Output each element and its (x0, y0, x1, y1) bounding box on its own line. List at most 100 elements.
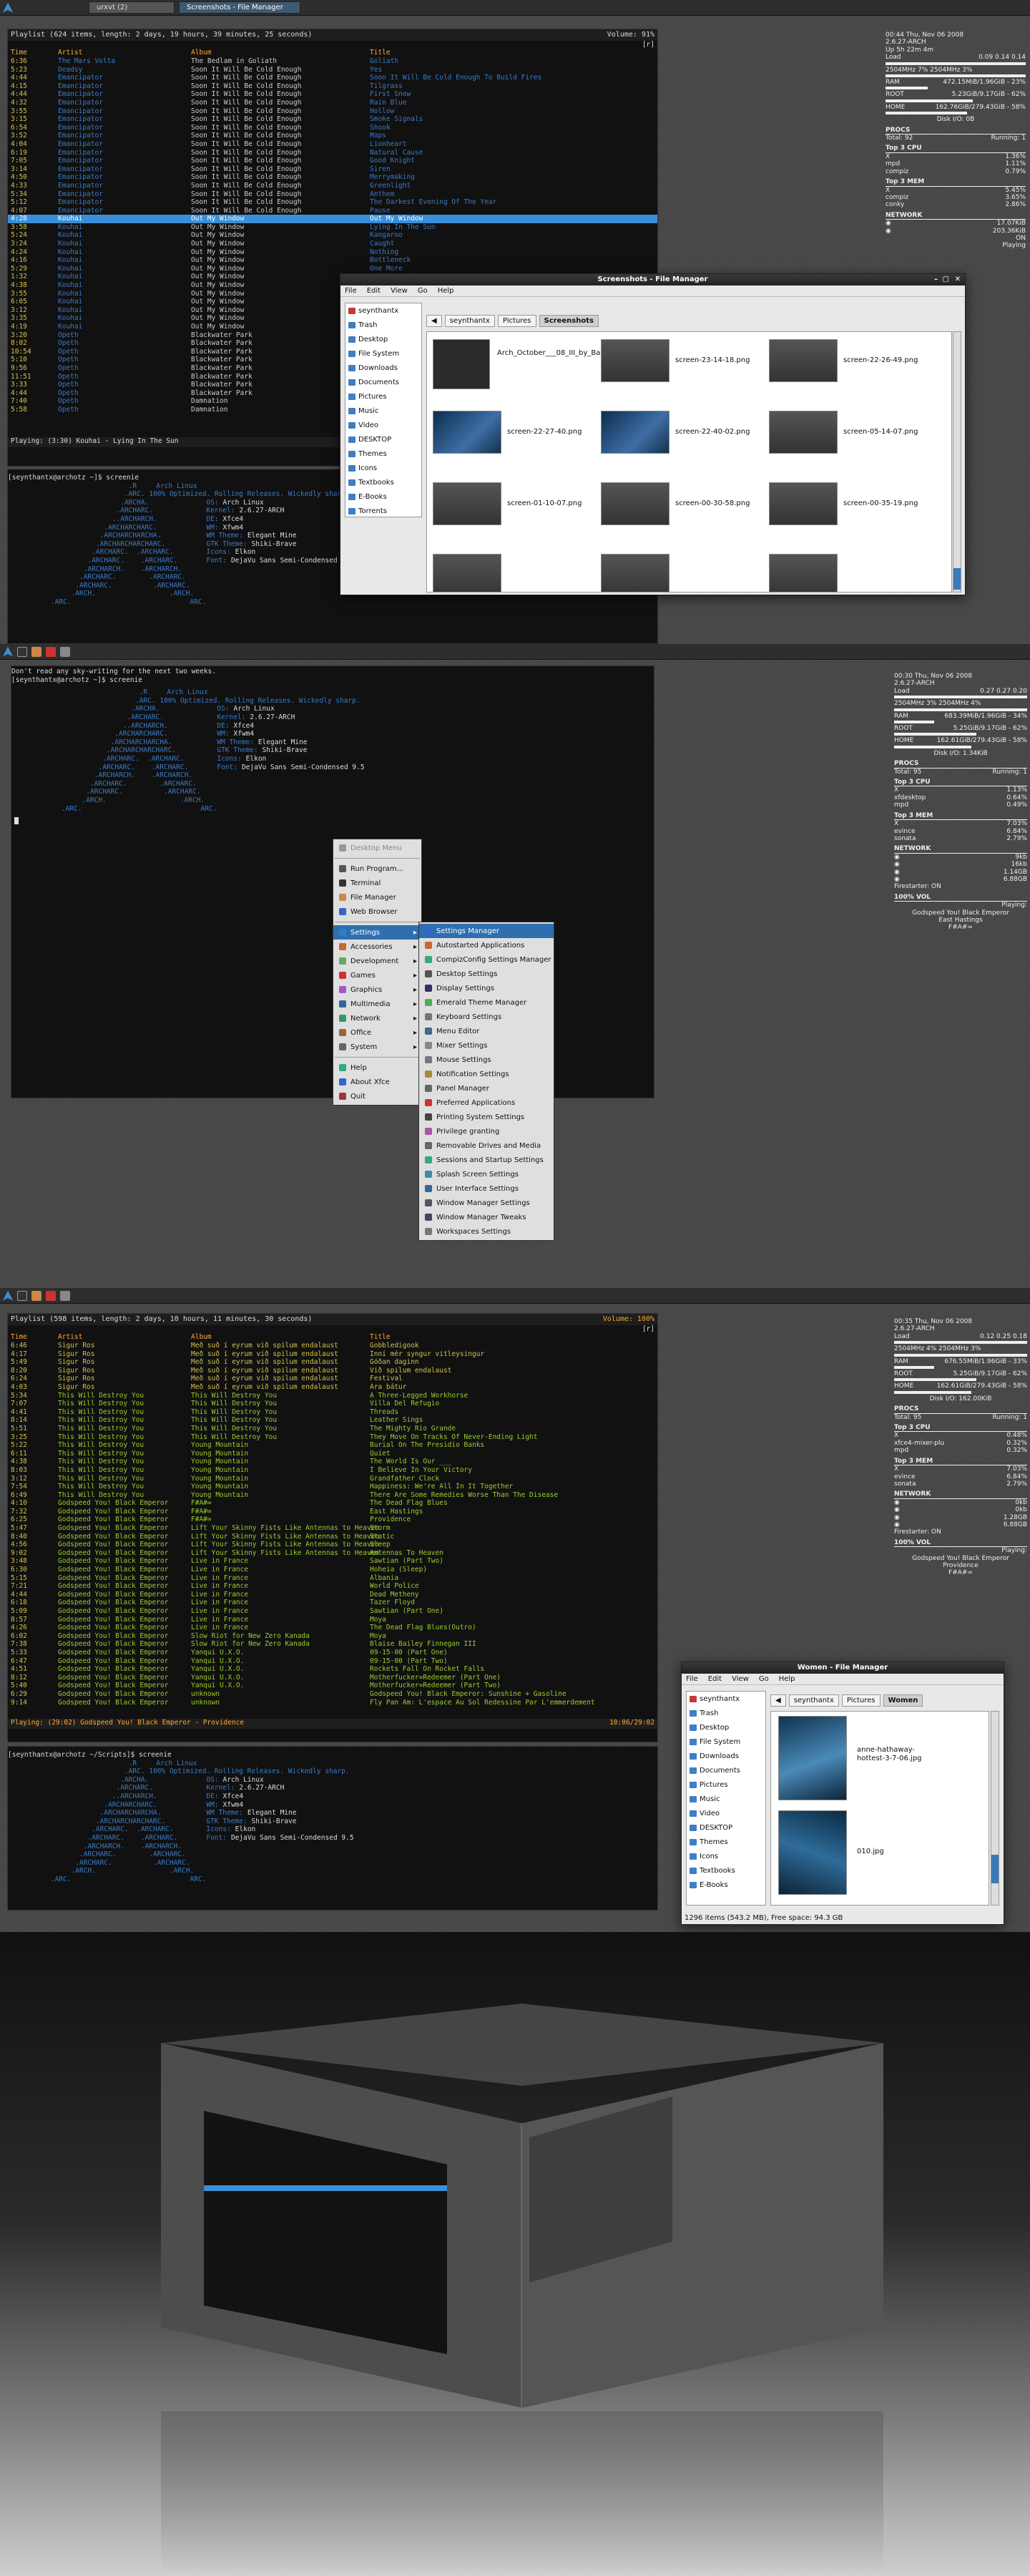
table-row[interactable]: 5:29 Kouhai Out My Window One More (8, 265, 657, 273)
file-name[interactable]: 010.jpg (857, 1848, 936, 1856)
table-row[interactable]: 7:32 Godspeed You! Black Emperor F#A#∞ East… (8, 1508, 657, 1516)
submenu-item[interactable]: Mouse Settings (419, 1053, 554, 1067)
sidebar-item[interactable]: Desktop (687, 1720, 765, 1735)
table-row[interactable]: 4:07 Emancipator Soon It Will Be Cold Enou… (8, 207, 657, 215)
close-icon[interactable]: ✕ (955, 274, 961, 286)
menu-file[interactable]: File (345, 287, 357, 295)
table-row[interactable]: 4:51 Godspeed You! Black Emperor Yanqui U.… (8, 1665, 657, 1674)
file-name[interactable]: screen-23-14-18.png (675, 356, 754, 365)
settings-launcher-icon[interactable] (60, 646, 70, 657)
image-thumbnail[interactable] (601, 339, 670, 382)
sidebar-item[interactable]: Textbooks (687, 1863, 765, 1878)
sidebar-item[interactable]: Desktop (345, 332, 421, 346)
table-row[interactable]: 8:03 This Will Destroy You Young Mountain I… (8, 1466, 657, 1475)
table-row[interactable]: 5:40 Godspeed You! Black Emperor Yanqui U.… (8, 1682, 657, 1690)
table-row[interactable]: 7:38 Godspeed You! Black Emperor Slow Riot… (8, 1640, 657, 1649)
crumb-pictures[interactable]: Pictures (497, 314, 536, 327)
crumb-screenshots[interactable]: Screenshots (539, 314, 599, 327)
menu-help[interactable]: Help (779, 1675, 795, 1683)
table-row[interactable]: 5:34 Emancipator Soon It Will Be Cold Enou… (8, 190, 657, 199)
scroll-thumb[interactable] (953, 568, 961, 590)
table-row[interactable]: 4:33 Emancipator Soon It Will Be Cold Enou… (8, 182, 657, 190)
submenu-item[interactable]: Window Manager Tweaks (419, 1210, 554, 1224)
sidebar-item[interactable]: File System (345, 346, 421, 361)
table-row[interactable]: 5:23 Deadsy Soon It Will Be Cold Enough Yes (8, 66, 657, 74)
menu-go[interactable]: Go (418, 287, 428, 295)
table-row[interactable]: 6:54 Emancipator Soon It Will Be Cold Enou… (8, 124, 657, 132)
table-row[interactable]: 3:25 This Will Destroy You This Will Destr… (8, 1433, 657, 1442)
table-row[interactable]: 4:15 Emancipator Soon It Will Be Cold Enou… (8, 82, 657, 91)
submenu-item[interactable]: Preferred Applications (419, 1096, 554, 1110)
ncmpc-window-3[interactable]: Playlist (598 items, length: 2 days, 10 … (7, 1313, 658, 1742)
submenu-item[interactable]: Keyboard Settings (419, 1010, 554, 1024)
maximize-icon[interactable]: ▢ (943, 274, 949, 286)
file-name[interactable]: screen-01-10-07.png (507, 499, 586, 508)
table-row[interactable]: 3:14 Emancipator Soon It Will Be Cold Enou… (8, 165, 657, 174)
menu-edit[interactable]: Edit (367, 287, 381, 295)
table-row[interactable]: 7:07 This Will Destroy You This Will Destr… (8, 1400, 657, 1408)
back-icon[interactable]: ◀ (770, 1694, 786, 1707)
menu-item[interactable]: Network ▸ (333, 1011, 421, 1025)
image-thumbnail[interactable] (769, 339, 838, 382)
table-row[interactable]: 4:32 Emancipator Soon It Will Be Cold Enou… (8, 99, 657, 107)
crumb-home[interactable]: seynthantx (444, 314, 495, 327)
submenu-item[interactable]: Autostarted Applications (419, 938, 554, 952)
menu-item[interactable]: Accessories ▸ (333, 940, 421, 954)
sidebar-item[interactable]: Video (345, 418, 421, 432)
file-name[interactable]: screen-00-35-19.png (843, 499, 922, 508)
menu-item[interactable]: Run Program... (333, 862, 421, 876)
table-row[interactable]: 4:44 Emancipator Soon It Will Be Cold Enou… (8, 90, 657, 99)
image-thumbnail[interactable] (769, 411, 838, 454)
terminal-launcher-icon[interactable] (17, 646, 27, 657)
menu-item[interactable]: Desktop Menu (333, 841, 421, 855)
menu-item[interactable]: System ▸ (333, 1040, 421, 1054)
fm-scrollbar[interactable] (991, 1711, 999, 1906)
table-row[interactable]: 5:49 Sigur Ros Með suð í eyrum við spilum … (8, 1358, 657, 1367)
menu-item[interactable]: Games ▸ (333, 968, 421, 982)
file-name[interactable]: screen-05-14-07.png (843, 428, 922, 436)
crumb-women[interactable]: Women (883, 1694, 923, 1707)
table-row[interactable]: 4:16 Kouhai Out My Window Bottleneck (8, 256, 657, 265)
submenu-item[interactable]: User Interface Settings (419, 1181, 554, 1196)
table-row[interactable]: 4:56 Godspeed You! Black Emperor Lift Your… (8, 1541, 657, 1549)
file-manager-launcher-icon[interactable] (31, 646, 41, 657)
menu-item[interactable]: Terminal (333, 876, 421, 890)
table-row[interactable]: 3:48 Godspeed You! Black Emperor Live in F… (8, 1557, 657, 1566)
table-row[interactable]: 6:36 The Mars Volta The Bedlam in Goliath G… (8, 57, 657, 66)
submenu-item[interactable]: Desktop Settings (419, 967, 554, 981)
submenu-item[interactable]: Sessions and Startup Settings (419, 1153, 554, 1167)
sidebar-item[interactable]: E-Books (687, 1878, 765, 1892)
menu-help[interactable]: Help (438, 287, 454, 295)
menu-item[interactable]: Development ▸ (333, 954, 421, 968)
table-row[interactable]: 3:24 Kouhai Out My Window Caught (8, 240, 657, 248)
table-row[interactable]: 6:25 Godspeed You! Black Emperor F#A#∞ Prov… (8, 1516, 657, 1524)
sidebar-item[interactable]: Downloads (345, 361, 421, 375)
table-row[interactable]: 6:24 Sigur Ros Með suð í eyrum við spilum … (8, 1375, 657, 1383)
sidebar-item[interactable]: Textbooks (345, 475, 421, 489)
table-row[interactable]: 4:26 Godspeed You! Black Emperor Live in F… (8, 1624, 657, 1632)
table-row[interactable]: 5:12 Emancipator Soon It Will Be Cold Enou… (8, 198, 657, 207)
table-row[interactable]: 3:12 This Will Destroy You Young Mountain G… (8, 1475, 657, 1483)
image-thumbnail[interactable] (778, 1716, 847, 1800)
image-thumbnail[interactable] (433, 482, 501, 525)
image-thumbnail[interactable] (778, 1810, 847, 1895)
submenu-item[interactable]: Splash Screen Settings (419, 1167, 554, 1181)
table-row[interactable]: 8:57 Godspeed You! Black Emperor Live in F… (8, 1616, 657, 1624)
sidebar-item[interactable]: E-Books (345, 489, 421, 504)
submenu-item[interactable]: Mixer Settings (419, 1038, 554, 1053)
sidebar-item[interactable]: Torrents (345, 504, 421, 518)
file-name[interactable]: Arch_October___08_III_by_BalanceST.png (497, 349, 644, 358)
sidebar-item[interactable]: seynthantx (687, 1692, 765, 1706)
crumb-home[interactable]: seynthantx (788, 1694, 839, 1707)
arch-menu-icon[interactable] (3, 1290, 13, 1301)
browser-launcher-icon[interactable] (46, 1290, 56, 1301)
table-row[interactable]: 8:12 Godspeed You! Black Emperor Yanqui U.… (8, 1674, 657, 1682)
arch-menu-icon[interactable] (3, 2, 13, 13)
table-row[interactable]: 8:14 This Will Destroy You This Will Destr… (8, 1416, 657, 1425)
table-row[interactable]: 3:58 Kouhai Out My Window Lying In The Sun (8, 223, 657, 232)
table-row[interactable]: 7:21 Godspeed You! Black Emperor Live in F… (8, 1582, 657, 1591)
table-row[interactable]: 9:14 Godspeed You! Black Emperor unknown Fl… (8, 1699, 657, 1707)
table-row[interactable]: 7:05 Emancipator Soon It Will Be Cold Enou… (8, 157, 657, 165)
table-row[interactable]: 5:47 Godspeed You! Black Emperor Lift Your… (8, 1524, 657, 1533)
file-manager-window[interactable]: Screenshots - File Manager ✕ ▢ – File Ed… (340, 273, 966, 595)
